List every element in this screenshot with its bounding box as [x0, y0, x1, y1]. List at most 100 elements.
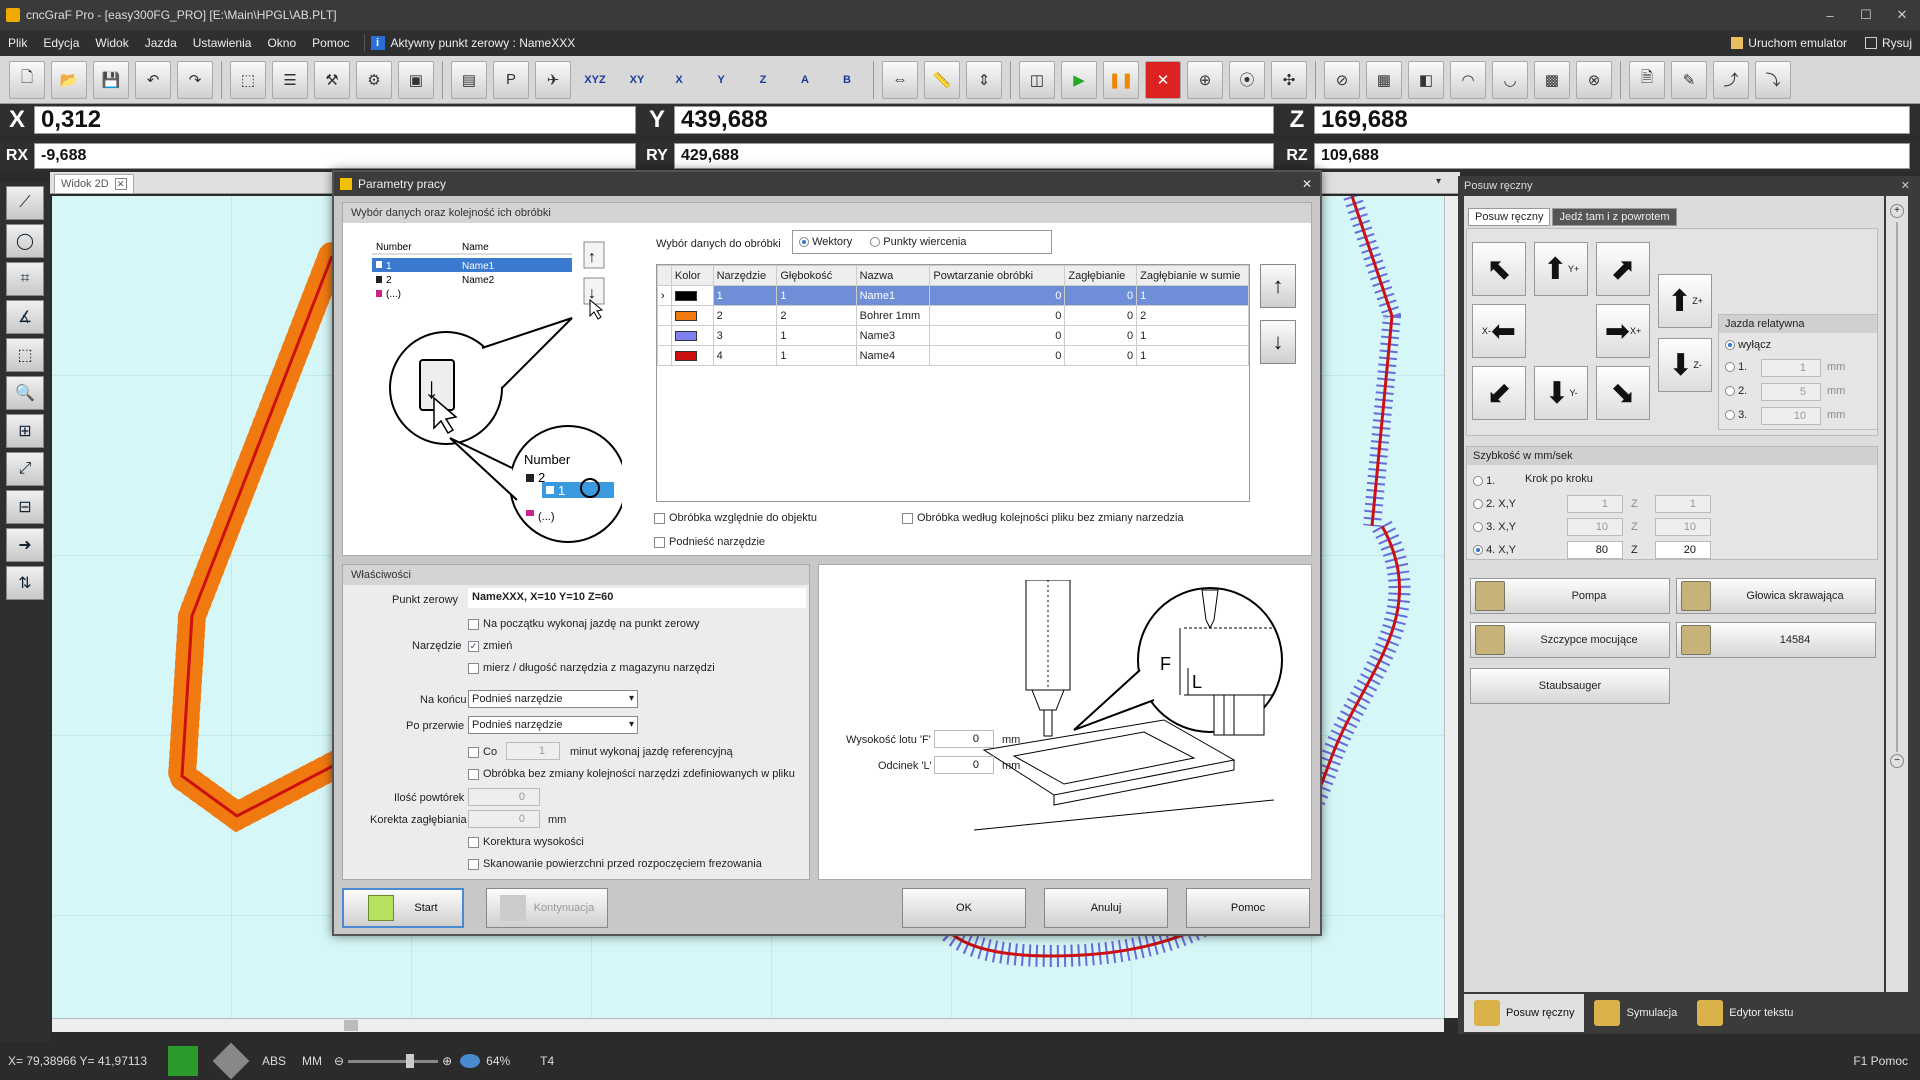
zoom-in-icon[interactable]: 🔍	[6, 376, 44, 410]
col-repeat[interactable]: Powtarzanie obróbki	[929, 265, 1066, 286]
doc-info-icon[interactable]: 🗎	[1629, 60, 1665, 99]
home-a-icon[interactable]: A	[787, 61, 823, 99]
tab-back-and-forth[interactable]: Jedź tam i z powrotem	[1552, 208, 1677, 226]
table-row[interactable]: › 1 1 Name1 0 0 1	[657, 285, 1249, 306]
zoom-window-icon[interactable]: ⊞	[6, 414, 44, 448]
probe-icon[interactable]: ⦿	[1229, 60, 1265, 99]
zoom-out-icon[interactable]: ⊟	[6, 490, 44, 524]
col-color[interactable]: Kolor	[670, 265, 714, 286]
relative-opt-3[interactable]: 3.	[1725, 409, 1747, 421]
zoom-slider[interactable]	[348, 1053, 439, 1068]
table-row[interactable]: 2 2 Bohrer 1mm 0 0 2	[657, 305, 1249, 326]
after-pause-select[interactable]: Podnieś narzędzie	[468, 716, 638, 734]
no-entry-icon[interactable]: ⊗	[1576, 60, 1612, 99]
zoom-fit-icon[interactable]: ⤢	[6, 452, 44, 486]
home-b-icon[interactable]: B	[829, 61, 865, 99]
jet-icon[interactable]: ✈	[535, 60, 571, 99]
table-row[interactable]: 3 1 Name3 0 0 1	[657, 325, 1249, 346]
zoom-out-button[interactable]: ⊖	[334, 1054, 344, 1068]
jog-y-minus-button[interactable]: ⬇ Y-	[1534, 366, 1588, 420]
draw-button[interactable]: Rysuj	[1864, 36, 1912, 50]
jog-up-left-button[interactable]: ⬉	[1472, 242, 1526, 296]
menu-file[interactable]: Plik	[0, 36, 35, 50]
minimize-button[interactable]: –	[1812, 0, 1848, 30]
cancel-button[interactable]: Anuluj	[1044, 888, 1168, 928]
menu-view[interactable]: Widok	[87, 36, 136, 50]
measure-icon[interactable]: ⇔	[882, 60, 918, 99]
panel-zoom-out-icon[interactable]: −	[1890, 754, 1904, 768]
home-x-icon[interactable]: X	[661, 61, 697, 99]
relative-object-checkbox[interactable]: Obróbka względnie do objektu	[654, 512, 817, 524]
menu-help[interactable]: Pomoc	[304, 36, 357, 50]
col-depth[interactable]: Głębokość	[776, 265, 857, 286]
table-row[interactable]: 4 1 Name4 0 0 1	[657, 345, 1249, 366]
tab-list-icon[interactable]: ▾	[1436, 176, 1441, 187]
zero-point-icon[interactable]: ✣	[1271, 60, 1307, 99]
tool-settings-icon[interactable]: ⚙	[356, 60, 392, 99]
doc-export-icon[interactable]: ⤴	[1713, 60, 1749, 99]
vertical-scrollbar[interactable]	[1444, 196, 1458, 1018]
vacuum-button[interactable]: Staubsauger	[1470, 668, 1670, 704]
measure-tool-checkbox[interactable]: mierz / długość narzędzia z magazynu nar…	[468, 662, 715, 674]
panel-zoom-in-icon[interactable]: +	[1890, 204, 1904, 218]
doc-import-icon[interactable]: ⤵	[1755, 60, 1791, 99]
ok-button[interactable]: OK	[902, 888, 1026, 928]
speed-opt-3[interactable]: 3. X,Y	[1473, 521, 1516, 533]
speed-z-4[interactable]: 20	[1655, 541, 1711, 559]
ruler-icon[interactable]: 📏	[924, 60, 960, 99]
save-icon[interactable]: 💾	[93, 60, 129, 99]
relative-opt-1[interactable]: 1.	[1725, 361, 1747, 373]
option-drill-points[interactable]: Punkty wiercenia	[870, 236, 966, 248]
segment-input[interactable]: 0	[934, 756, 994, 774]
draw-line-icon[interactable]: ⟋	[6, 186, 44, 220]
col-tool[interactable]: Narzędzie	[712, 265, 778, 286]
menu-window[interactable]: Okno	[259, 36, 304, 50]
tool-length-icon[interactable]: ⇕	[966, 60, 1002, 99]
surface-scan-checkbox[interactable]: Skanowanie powierzchni przed rozpoczęcie…	[468, 858, 762, 870]
layers-icon[interactable]: ☰	[272, 60, 308, 99]
depth-correction-input[interactable]: 0	[468, 810, 540, 828]
speed-opt-2[interactable]: 2. X,Y	[1473, 498, 1516, 510]
pump-button[interactable]: Pompa	[1470, 578, 1670, 614]
home-y-icon[interactable]: Y	[703, 61, 739, 99]
abs-indicator[interactable]: ABS	[262, 1054, 286, 1068]
at-end-select[interactable]: Podnieś narzędzie	[468, 690, 638, 708]
tab-manual-feed[interactable]: Posuw ręczny	[1468, 208, 1551, 226]
clamp-button[interactable]: Szczypce mocujące	[1470, 622, 1670, 658]
measure-angle-icon[interactable]: ∡	[6, 300, 44, 334]
menu-drive[interactable]: Jazda	[137, 36, 185, 50]
menu-edit[interactable]: Edycja	[35, 36, 87, 50]
every-minutes-input[interactable]: 1	[506, 742, 560, 760]
new-file-icon[interactable]: 🗋	[9, 60, 45, 99]
cutting-head-button[interactable]: Głowica skrawająca	[1676, 578, 1876, 614]
jog-down-left-button[interactable]: ⬋	[1472, 366, 1526, 420]
lift-tool-checkbox[interactable]: Podnieść narzędzie	[654, 536, 765, 548]
arc-icon[interactable]: ◠	[1450, 60, 1486, 99]
horizontal-scroll-thumb[interactable]	[344, 1020, 358, 1031]
object-icon[interactable]: ◧	[1408, 60, 1444, 99]
jog-z-minus-button[interactable]: ⬇ Z-	[1658, 338, 1712, 392]
col-plunge-sum[interactable]: Zagłębianie w sumie	[1136, 265, 1249, 286]
unit-indicator[interactable]: MM	[302, 1054, 322, 1068]
col-name[interactable]: Nazwa	[855, 265, 931, 286]
speed-opt-4[interactable]: 4. X,Y	[1473, 544, 1516, 556]
maximize-button[interactable]: ☐	[1848, 0, 1884, 30]
jog-y-plus-button[interactable]: ⬆ Y+	[1534, 242, 1588, 296]
run-emulator-button[interactable]: Uruchom emulator	[1731, 36, 1847, 50]
help-button[interactable]: Pomoc	[1186, 888, 1310, 928]
height-correction-checkbox[interactable]: Korektura wysokości	[468, 836, 584, 848]
undo-icon[interactable]: ↶	[135, 60, 171, 99]
speed-opt-1[interactable]: 1.	[1473, 475, 1495, 487]
repeats-input[interactable]: 0	[468, 788, 540, 806]
move-tool-icon[interactable]: ➜	[6, 528, 44, 562]
params-icon[interactable]: ▤	[451, 60, 487, 99]
home-xy-icon[interactable]: XY	[619, 61, 655, 99]
jog-x-minus-button[interactable]: X- ⬅	[1472, 304, 1526, 358]
tab-simulation[interactable]: Symulacja	[1584, 994, 1687, 1032]
relative-off-option[interactable]: wyłącz	[1725, 339, 1771, 351]
home-z-icon[interactable]: Z	[745, 61, 781, 99]
bounding-box-icon[interactable]: ⬚	[6, 338, 44, 372]
laser-button[interactable]: 14584	[1676, 622, 1876, 658]
redo-icon[interactable]: ↷	[177, 60, 213, 99]
play-icon[interactable]: ▶	[1061, 60, 1097, 99]
